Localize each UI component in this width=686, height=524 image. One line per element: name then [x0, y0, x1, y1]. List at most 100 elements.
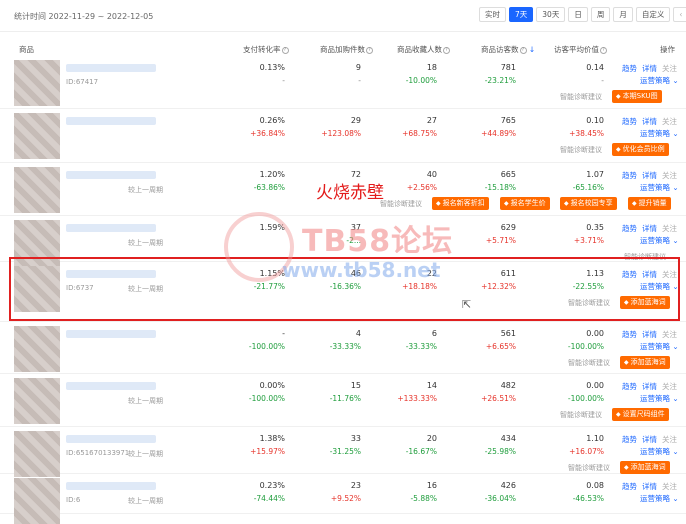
suggestion-tag-button[interactable]: 本期SKU图 — [612, 90, 662, 103]
suggestion-tag-button[interactable]: 添加蓝海词 — [620, 356, 670, 369]
avg-value-change: +16.07% — [569, 447, 604, 456]
product-thumbnail[interactable] — [14, 378, 60, 424]
suggestion-tag-button[interactable]: 报名学生价 — [500, 197, 550, 210]
add-cart-value: 9 — [355, 63, 361, 72]
range-custom-button[interactable]: 自定义 — [635, 7, 671, 22]
col-conversion[interactable]: 支付转化率? — [243, 44, 289, 55]
conversion-change: -100.00% — [248, 342, 285, 351]
chevron-down-icon: ⌄ — [672, 447, 679, 456]
favorites-change: +68.75% — [402, 129, 437, 138]
detail-link[interactable]: 详情 — [642, 117, 657, 126]
product-id: ID:6 — [66, 496, 81, 504]
product-name-blurred[interactable] — [66, 382, 156, 390]
col-favorites[interactable]: 商品收藏人数? — [397, 44, 450, 55]
range-month-button[interactable]: 月 — [613, 7, 633, 22]
strategy-dropdown[interactable]: 运营策略 ⌄ — [640, 393, 679, 404]
smart-diagnosis-label: 智能诊断建议 — [560, 411, 602, 419]
strategy-dropdown[interactable]: 运营策略 ⌄ — [640, 182, 679, 193]
row-actions: 趋势 详情 关注 — [622, 381, 682, 392]
row-actions: 趋势 详情 关注 — [622, 170, 682, 181]
product-thumbnail[interactable] — [14, 326, 60, 372]
trend-link[interactable]: 趋势 — [622, 382, 637, 391]
table-row: 0.26% +36.84% 29 +123.08% 27 +68.75% 765… — [0, 109, 686, 163]
trend-link[interactable]: 趋势 — [622, 171, 637, 180]
product-thumbnail[interactable] — [14, 431, 60, 477]
detail-link[interactable]: 详情 — [642, 64, 657, 73]
range-week-button[interactable]: 周 — [590, 7, 611, 22]
strategy-dropdown[interactable]: 运营策略 ⌄ — [640, 341, 679, 352]
follow-link[interactable]: 关注 — [662, 382, 677, 391]
strategy-dropdown[interactable]: 运营策略 ⌄ — [640, 493, 679, 504]
suggestion-tag-button[interactable]: 添加蓝海词 — [620, 461, 670, 474]
add-cart-value: 4 — [355, 329, 361, 338]
product-thumbnail[interactable] — [14, 478, 60, 524]
follow-link[interactable]: 关注 — [662, 435, 677, 444]
detail-link[interactable]: 详情 — [642, 382, 657, 391]
trend-link[interactable]: 趋势 — [622, 224, 637, 233]
product-name-blurred[interactable] — [66, 435, 156, 443]
suggestion-tag-button[interactable]: 报名新客折扣 — [432, 197, 489, 210]
product-thumbnail[interactable] — [14, 113, 60, 159]
avg-value-change: -65.16% — [572, 183, 604, 192]
avg-value: 0.08 — [586, 481, 604, 490]
col-avg-value[interactable]: 访客平均价值? — [554, 44, 607, 55]
suggestion-tag-button[interactable]: 设置尺码组件 — [612, 408, 669, 421]
follow-link[interactable]: 关注 — [662, 482, 677, 491]
range-7day-button[interactable]: 7天 — [509, 7, 534, 22]
product-name-blurred[interactable] — [66, 224, 156, 232]
trend-link[interactable]: 趋势 — [622, 64, 637, 73]
product-name-blurred[interactable] — [66, 117, 156, 125]
row-actions: 趋势 详情 关注 — [622, 63, 682, 74]
product-name-blurred[interactable] — [66, 171, 156, 179]
detail-link[interactable]: 详情 — [642, 435, 657, 444]
trend-link[interactable]: 趋势 — [622, 117, 637, 126]
table-row: - -100.00% 4 -33.33% 6 -33.33% 561 +6.65… — [0, 322, 686, 374]
conversion-value: 0.26% — [259, 116, 285, 125]
product-thumbnail[interactable] — [14, 60, 60, 106]
sort-desc-icon[interactable]: ↓ — [529, 45, 535, 54]
visitors-change: +5.71% — [485, 236, 516, 245]
detail-link[interactable]: 详情 — [642, 330, 657, 339]
suggestion-tag-button[interactable]: 优化会员比例 — [612, 143, 669, 156]
trend-link[interactable]: 趋势 — [622, 435, 637, 444]
trend-link[interactable]: 趋势 — [622, 330, 637, 339]
prev-period-button[interactable]: ‹ — [673, 7, 686, 22]
product-name-blurred[interactable] — [66, 330, 156, 338]
range-30day-button[interactable]: 30天 — [536, 7, 566, 22]
follow-link[interactable]: 关注 — [662, 117, 677, 126]
conversion-change: -74.44% — [253, 494, 285, 503]
product-id: ID:67417 — [66, 78, 99, 86]
row-actions: 趋势 详情 关注 — [622, 481, 682, 492]
strategy-dropdown[interactable]: 运营策略 ⌄ — [640, 128, 679, 139]
product-name-blurred[interactable] — [66, 482, 156, 490]
chevron-down-icon: ⌄ — [672, 129, 679, 138]
col-visitors[interactable]: 商品访客数? ↓ — [481, 44, 535, 55]
conversion-change: - — [282, 76, 285, 85]
follow-link[interactable]: 关注 — [662, 64, 677, 73]
product-name-blurred[interactable] — [66, 64, 156, 72]
strategy-dropdown[interactable]: 运营策略 ⌄ — [640, 235, 679, 246]
visitors-value: 629 — [500, 223, 516, 232]
follow-link[interactable]: 关注 — [662, 171, 677, 180]
strategy-dropdown[interactable]: 运营策略 ⌄ — [640, 446, 679, 457]
conversion-change: +36.84% — [250, 129, 285, 138]
col-add-cart[interactable]: 商品加购件数? — [320, 44, 373, 55]
suggestion-tag-button[interactable]: 报名校园专享 — [560, 197, 617, 210]
col-product: 商品 — [19, 45, 34, 54]
table-row: ID:6 较上一周期 0.23% -74.44% 23 +9.52% 16 -5… — [0, 474, 686, 524]
favorites-change: -10.00% — [405, 76, 437, 85]
follow-link[interactable]: 关注 — [662, 224, 677, 233]
strategy-dropdown[interactable]: 运营策略 ⌄ — [640, 75, 679, 86]
suggestion-tag-button[interactable]: 提升销量 — [628, 197, 671, 210]
range-realtime-button[interactable]: 实时 — [479, 7, 506, 22]
detail-link[interactable]: 详情 — [642, 224, 657, 233]
trend-link[interactable]: 趋势 — [622, 482, 637, 491]
compare-label: 较上一周期 — [128, 186, 163, 194]
detail-link[interactable]: 详情 — [642, 171, 657, 180]
follow-link[interactable]: 关注 — [662, 330, 677, 339]
visitors-value: 665 — [500, 170, 516, 179]
product-thumbnail[interactable] — [14, 167, 60, 213]
detail-link[interactable]: 详情 — [642, 482, 657, 491]
range-day-button[interactable]: 日 — [568, 7, 588, 22]
favorites-value: 27 — [426, 116, 437, 125]
